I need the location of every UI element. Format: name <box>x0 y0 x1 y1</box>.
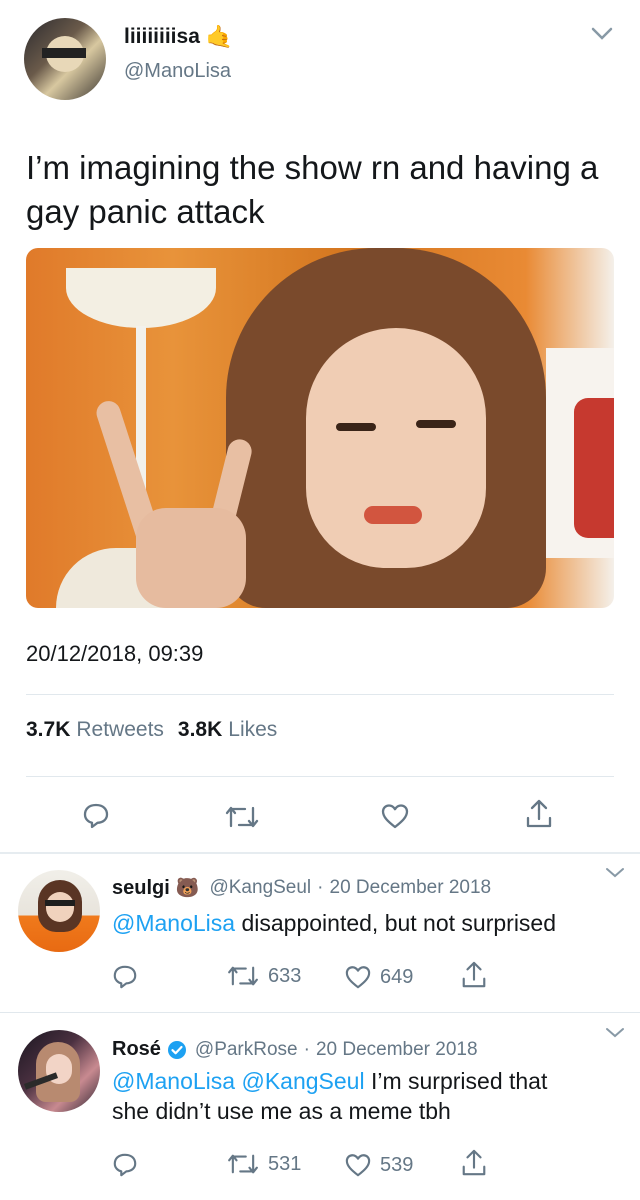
retweet-icon[interactable] <box>224 804 260 830</box>
reply-avatar-seulgi[interactable] <box>18 870 100 952</box>
chevron-down-icon[interactable] <box>604 866 626 880</box>
tweet-timestamp[interactable]: 20/12/2018, 09:39 <box>26 641 203 667</box>
retweet-count: 531 <box>268 1152 302 1175</box>
like-icon[interactable] <box>380 802 410 830</box>
reply-display-name[interactable]: seulgi <box>112 877 170 900</box>
retweet-icon <box>228 966 258 986</box>
section-divider <box>0 852 640 854</box>
author-handle[interactable]: @ManoLisa <box>124 60 231 83</box>
share-icon[interactable] <box>460 960 488 990</box>
reply-text: @ManoLisa disappointed, but not surprise… <box>112 908 622 938</box>
reply-display-name[interactable]: Rosé <box>112 1038 161 1061</box>
reply-handle[interactable]: @ParkRose <box>195 1039 298 1061</box>
mention-link[interactable]: @ManoLisa <box>112 1068 235 1094</box>
likes-label[interactable]: Likes <box>228 718 277 742</box>
retweet-action[interactable]: 531 <box>226 1152 301 1176</box>
retweet-icon <box>228 1154 258 1174</box>
tweet-text: I’m imagining the show rn and having a g… <box>26 149 599 230</box>
retweets-count[interactable]: 3.7K <box>26 718 70 742</box>
like-count: 539 <box>380 1153 414 1176</box>
bear-icon: 🐻 <box>175 878 200 899</box>
reply-body: disappointed, but not surprised <box>241 910 557 936</box>
like-action[interactable]: 649 <box>344 964 413 990</box>
like-icon <box>345 966 371 989</box>
tweet-image[interactable] <box>26 248 614 608</box>
reply-date[interactable]: 20 December 2018 <box>330 877 492 899</box>
like-count: 649 <box>380 965 414 988</box>
divider <box>26 776 614 777</box>
author-display-name[interactable]: liiiiiiiisa <box>124 25 200 49</box>
reply-date[interactable]: 20 December 2018 <box>316 1039 478 1061</box>
like-action[interactable]: 539 <box>344 1152 413 1178</box>
chevron-down-icon[interactable] <box>590 26 614 42</box>
reply-body-line1: I’m surprised that <box>370 1068 548 1094</box>
mention-link[interactable]: @KangSeul <box>241 1068 364 1094</box>
reply-icon[interactable] <box>112 964 138 990</box>
retweet-action[interactable]: 633 <box>226 964 301 988</box>
divider <box>26 694 614 695</box>
reply-avatar-rose[interactable] <box>18 1030 100 1112</box>
like-icon <box>345 1154 371 1177</box>
chevron-down-icon[interactable] <box>604 1026 626 1040</box>
likes-count[interactable]: 3.8K <box>178 718 222 742</box>
mention-link[interactable]: @ManoLisa <box>112 910 235 936</box>
author-avatar[interactable] <box>24 18 106 100</box>
share-icon[interactable] <box>460 1148 488 1178</box>
retweet-count: 633 <box>268 964 302 987</box>
reply-handle[interactable]: @KangSeul <box>209 877 311 899</box>
reply-divider <box>0 1012 640 1013</box>
reply-icon[interactable] <box>112 1152 138 1178</box>
tweet-stats: 3.7K Retweets 3.8K Likes <box>26 718 277 742</box>
reply-text: @ManoLisa @KangSeul I’m surprised that s… <box>112 1066 622 1126</box>
reply-body-line2: she didn’t use me as a meme tbh <box>112 1098 451 1124</box>
meta-separator: · <box>303 1038 310 1060</box>
retweets-label[interactable]: Retweets <box>76 718 164 742</box>
hand-emoji-icon: 🤙 <box>205 24 234 49</box>
verified-badge-icon <box>167 1040 186 1059</box>
share-icon[interactable] <box>524 798 554 830</box>
reply-icon[interactable] <box>82 802 110 830</box>
meta-separator: · <box>317 877 324 898</box>
